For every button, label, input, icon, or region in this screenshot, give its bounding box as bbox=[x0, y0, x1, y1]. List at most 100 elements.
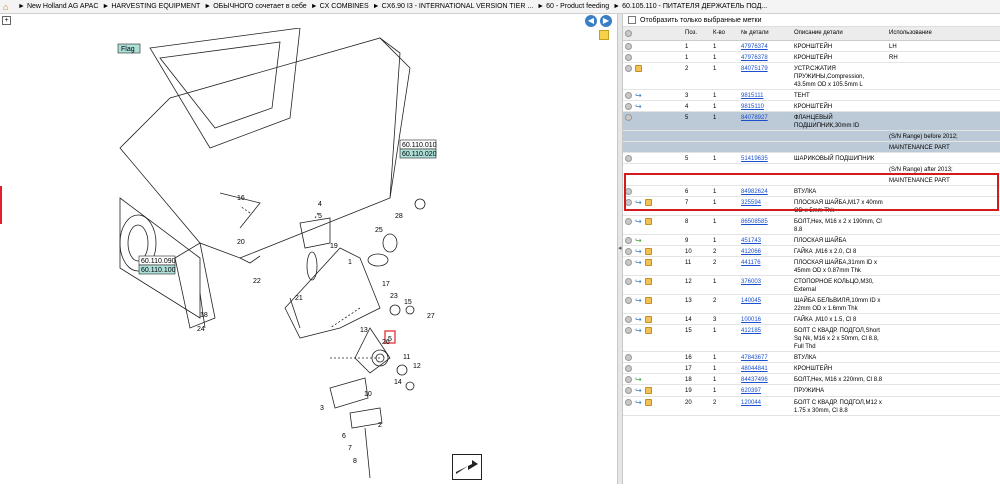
info-circle-icon[interactable] bbox=[625, 365, 632, 373]
callout[interactable]: 23 bbox=[390, 293, 398, 300]
table-row[interactable]: MAINTENANCE PART bbox=[623, 174, 1000, 186]
header-pos[interactable]: Поз. bbox=[683, 27, 711, 41]
part-number-link[interactable]: 620397 bbox=[741, 388, 761, 394]
info-circle-icon[interactable] bbox=[625, 102, 632, 110]
part-number-link[interactable]: 9815111 bbox=[741, 93, 763, 99]
table-row[interactable]: 17 1 48044841 КРОНШТЕЙН bbox=[623, 362, 1000, 375]
breadcrumb-item[interactable]: ► CX COMBINES bbox=[311, 3, 369, 10]
package-icon[interactable] bbox=[645, 278, 652, 286]
replaced-arrow-icon[interactable]: ↪ bbox=[635, 91, 642, 99]
part-number-link[interactable]: 84075179 bbox=[741, 66, 768, 72]
package-icon[interactable] bbox=[645, 198, 652, 206]
info-circle-icon[interactable] bbox=[625, 113, 632, 121]
callout[interactable]: 6 bbox=[342, 433, 346, 440]
table-row[interactable]: ↪ 15 1 412185 БОЛТ С КВАДР. ПОДГОЛ,Short Sq … bbox=[623, 324, 1000, 353]
show-selected-checkbox[interactable] bbox=[628, 16, 636, 24]
callout[interactable]: 11 bbox=[403, 354, 410, 361]
info-circle-icon[interactable] bbox=[625, 387, 632, 395]
callout[interactable]: 18 bbox=[200, 312, 208, 319]
callout[interactable]: 4 bbox=[318, 201, 322, 208]
callout[interactable]: 12 bbox=[413, 363, 421, 370]
green-arrow-icon[interactable]: ↪ bbox=[635, 236, 642, 244]
callout[interactable]: 1 bbox=[348, 259, 352, 266]
part-number-link[interactable]: 100016 bbox=[741, 317, 761, 323]
callout[interactable]: 5 bbox=[318, 213, 322, 220]
package-icon[interactable] bbox=[645, 259, 652, 267]
breadcrumb-item[interactable]: ► 60 - Product feeding bbox=[537, 3, 609, 10]
part-number-link[interactable]: 47843677 bbox=[741, 355, 768, 361]
info-circle-icon[interactable] bbox=[625, 154, 632, 162]
replaced-arrow-icon[interactable]: ↪ bbox=[635, 259, 642, 267]
table-row[interactable]: ↪ 12 1 376003 СТОПОРНОЕ КОЛЬЦО,M30, External bbox=[623, 275, 1000, 296]
green-arrow-icon[interactable]: ↪ bbox=[635, 376, 642, 384]
info-circle-icon[interactable] bbox=[625, 327, 632, 335]
part-number-link[interactable]: 86508585 bbox=[741, 219, 768, 225]
callout[interactable]: 13 bbox=[360, 327, 368, 334]
export-arrow-icon[interactable] bbox=[452, 454, 482, 480]
callout[interactable]: 25 bbox=[375, 227, 383, 234]
info-circle-icon[interactable] bbox=[625, 297, 632, 305]
table-row[interactable]: ↪ 20 2 120044 БОЛТ С КВАДР. ПОДГОЛ,M12 x 1.7… bbox=[623, 396, 1000, 416]
ref-label-top-selected[interactable]: 60.110.020 bbox=[402, 151, 437, 158]
table-row[interactable]: ↪ 18 1 84437496 БОЛТ,Hex, M16 x 220mm, Cl 8.… bbox=[623, 373, 1000, 386]
forward-arrow-icon[interactable]: ▶ bbox=[600, 15, 612, 27]
info-circle-icon[interactable] bbox=[625, 259, 632, 267]
package-icon[interactable] bbox=[645, 316, 652, 324]
callout[interactable]: 28 bbox=[395, 213, 403, 220]
table-row[interactable]: 1 1 47976374 КРОНШТЕЙН LH bbox=[623, 40, 1000, 52]
info-circle-icon[interactable] bbox=[625, 278, 632, 286]
info-circle-icon[interactable] bbox=[625, 316, 632, 324]
table-row[interactable]: (S/N Range) before 2012; bbox=[623, 130, 1000, 142]
header-qty[interactable]: К-во bbox=[711, 27, 739, 41]
breadcrumb-item[interactable]: ► New Holland AG APAC bbox=[18, 3, 98, 10]
breadcrumb-item[interactable]: ► CX6.90 I3 - INTERNATIONAL VERSION TIER … bbox=[373, 3, 534, 10]
info-circle-icon[interactable] bbox=[625, 354, 632, 362]
package-icon[interactable] bbox=[645, 297, 652, 305]
part-number-link[interactable]: 376003 bbox=[741, 279, 761, 285]
part-number-link[interactable]: 140045 bbox=[741, 298, 761, 304]
header-use[interactable]: Использование bbox=[887, 27, 1000, 41]
package-icon[interactable] bbox=[645, 398, 652, 406]
info-circle-icon[interactable] bbox=[625, 217, 632, 225]
table-row[interactable]: 5 1 51419635 ШАРИКОВЫЙ ПОДШИПНИК bbox=[623, 152, 1000, 164]
table-row[interactable]: MAINTENANCE PART bbox=[623, 141, 1000, 153]
part-number-link[interactable]: 120044 bbox=[741, 400, 761, 406]
table-row[interactable]: ↪ 14 3 100016 ГАЙКА ,M10 x 1.5, Cl 8 bbox=[623, 313, 1000, 326]
info-circle-icon[interactable] bbox=[625, 398, 632, 406]
package-icon[interactable] bbox=[645, 217, 652, 225]
replaced-arrow-icon[interactable]: ↪ bbox=[635, 198, 642, 206]
replaced-arrow-icon[interactable]: ↪ bbox=[635, 102, 642, 110]
back-arrow-icon[interactable]: ◀ bbox=[585, 15, 597, 27]
table-row[interactable]: 1 1 47976378 КРОНШТЕЙН RH bbox=[623, 51, 1000, 63]
info-circle-icon[interactable] bbox=[625, 248, 632, 256]
breadcrumb-item[interactable]: ► ОБЫЧНОГО сочетает в себе bbox=[204, 3, 306, 10]
package-icon[interactable] bbox=[635, 64, 642, 72]
table-row[interactable]: ↪ 13 2 140045 ШАЙБА БЕЛЬВИЛЯ,10mm ID x 22mm … bbox=[623, 294, 1000, 315]
replaced-arrow-icon[interactable]: ↪ bbox=[635, 278, 642, 286]
replaced-arrow-icon[interactable]: ↪ bbox=[635, 327, 642, 335]
table-row[interactable]: ↪ 9 1 451743 ПЛОСКАЯ ШАЙБА bbox=[623, 234, 1000, 247]
table-row[interactable]: 6 1 84982624 ВТУЛКА bbox=[623, 185, 1000, 197]
splitter-grip-icon[interactable]: ◂ bbox=[618, 244, 622, 254]
info-circle-icon[interactable] bbox=[625, 187, 632, 195]
gear-icon[interactable] bbox=[625, 29, 632, 37]
part-number-link[interactable]: 48044841 bbox=[741, 366, 768, 372]
part-number-link[interactable]: 441176 bbox=[741, 260, 761, 266]
table-row[interactable]: ↪ 8 1 86508585 БОЛТ,Hex, M16 x 2 x 190mm, Cl… bbox=[623, 215, 1000, 235]
table-row[interactable]: ↪ 4 1 9815110 КРОНШТЕЙН bbox=[623, 100, 1000, 112]
replaced-arrow-icon[interactable]: ↪ bbox=[635, 297, 642, 305]
breadcrumb-item[interactable]: ► HARVESTING EQUIPMENT bbox=[102, 3, 200, 10]
table-row[interactable]: ↪ 10 2 412066 ГАЙКА ,M16 x 2.0, Cl 8 bbox=[623, 245, 1000, 258]
callout[interactable]: 7 bbox=[348, 445, 352, 452]
info-circle-icon[interactable] bbox=[625, 64, 632, 72]
replaced-arrow-icon[interactable]: ↪ bbox=[635, 387, 642, 395]
callout[interactable]: 27 bbox=[427, 313, 435, 320]
callout[interactable]: 10 bbox=[364, 391, 372, 398]
part-number-link[interactable]: 84437496 bbox=[741, 377, 768, 383]
table-row[interactable]: 16 1 47843677 ВТУЛКА bbox=[623, 351, 1000, 364]
replaced-arrow-icon[interactable]: ↪ bbox=[635, 398, 642, 406]
callout[interactable]: 22 bbox=[253, 278, 261, 285]
table-row[interactable]: ↪ 7 1 325594 ПЛОСКАЯ ШАЙБА,M17 x 40mm OD x 5… bbox=[623, 196, 1000, 216]
table-row[interactable]: ↪ 11 2 441176 ПЛОСКАЯ ШАЙБА,31mm ID x 45mm O… bbox=[623, 256, 1000, 277]
table-row[interactable]: (S/N Range) after 2013; bbox=[623, 163, 1000, 175]
